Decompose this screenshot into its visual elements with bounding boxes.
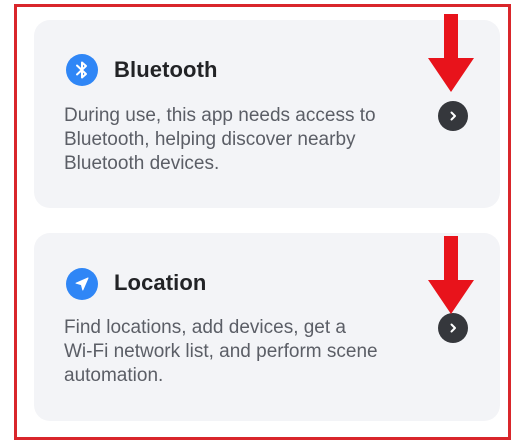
bluetooth-chevron-right-icon[interactable]	[438, 101, 468, 131]
location-arrow-icon	[66, 268, 98, 300]
description-line: Bluetooth, helping discover nearby	[64, 129, 356, 150]
description-line: Wi-Fi network list, and perform scene	[64, 341, 378, 362]
description-line: Bluetooth devices.	[64, 153, 220, 174]
description-line: Find locations, add devices, get a	[64, 317, 347, 338]
description-line: automation.	[64, 365, 164, 386]
red-arrow-down-icon	[428, 236, 474, 314]
bluetooth-description: During use, this app needs access to Blu…	[64, 104, 434, 176]
description-line: During use, this app needs access to	[64, 105, 376, 126]
location-chevron-right-icon[interactable]	[438, 313, 468, 343]
bluetooth-icon	[66, 54, 98, 86]
location-description: Find locations, add devices, get a Wi-Fi…	[64, 316, 434, 388]
location-title: Location	[114, 270, 207, 295]
bluetooth-title: Bluetooth	[114, 57, 218, 82]
red-arrow-down-icon	[428, 14, 474, 92]
